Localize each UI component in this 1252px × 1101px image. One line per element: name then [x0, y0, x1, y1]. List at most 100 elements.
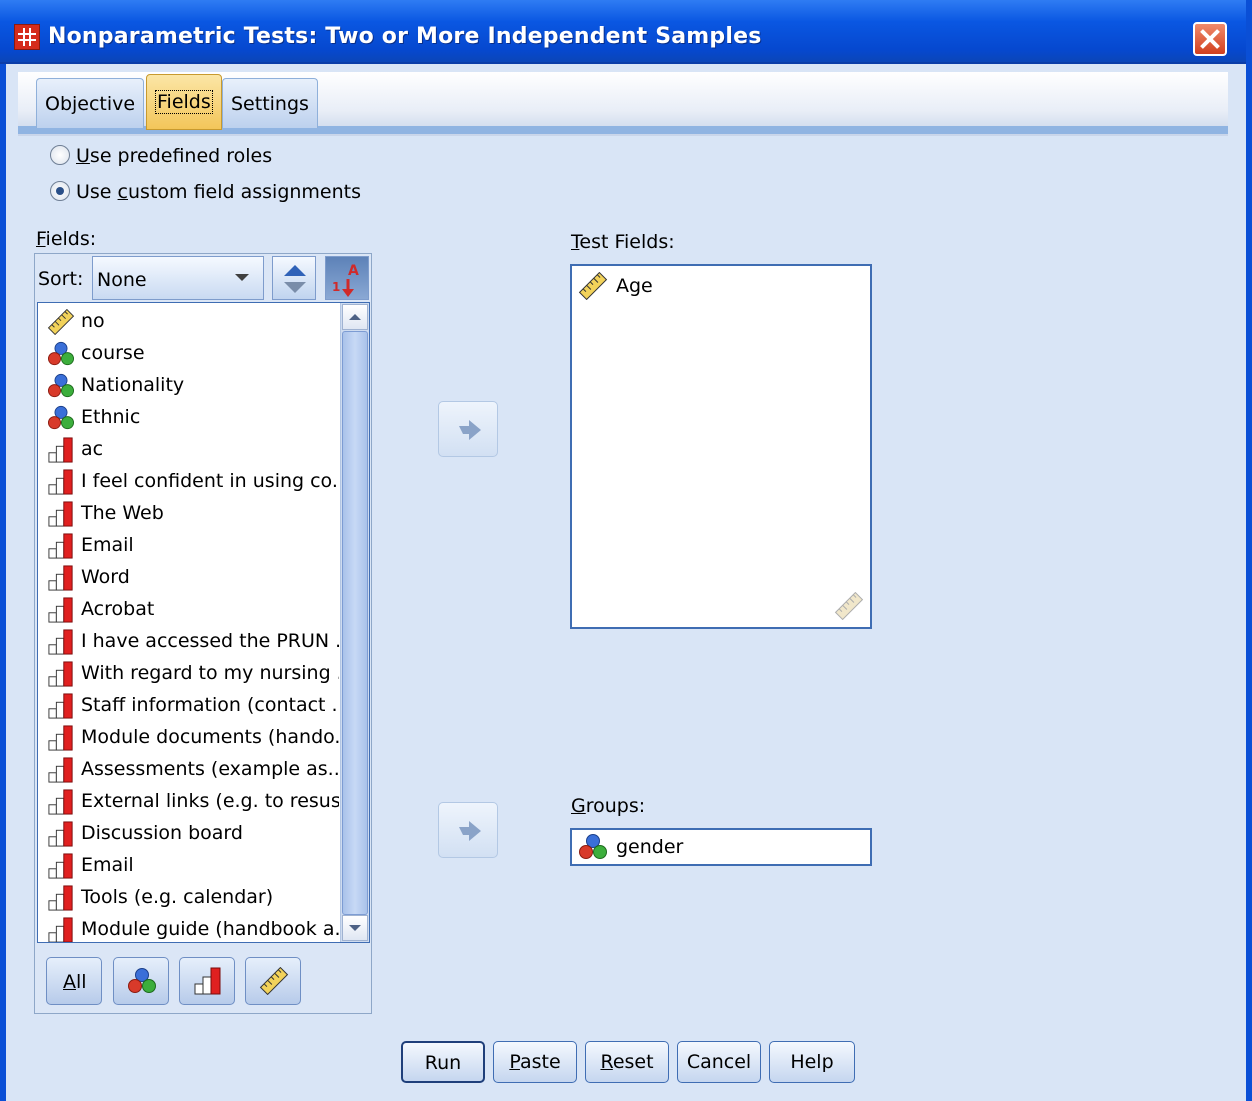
tab-objective[interactable]: Objective — [36, 78, 145, 128]
fields-label-mnemonic: F — [36, 228, 46, 250]
chevron-down-icon — [235, 274, 249, 281]
field-name: Ethnic — [81, 406, 141, 428]
field-name: Acrobat — [81, 598, 155, 620]
sort-label: Sort: — [38, 268, 84, 290]
filter-nominal-button[interactable] — [113, 957, 169, 1005]
paste-button[interactable]: Paste — [493, 1041, 577, 1083]
field-name: course — [81, 342, 145, 364]
radio-use-predefined-roles[interactable]: Use predefined roles — [50, 144, 273, 169]
move-to-groups-button[interactable] — [438, 802, 498, 858]
filter-all-text: ll — [76, 971, 87, 993]
nominal-icon — [48, 405, 74, 430]
field-name: I have accessed the PRUN ... — [81, 630, 339, 652]
field-name: Email — [81, 534, 134, 556]
radio-predefined-label: se predefined roles — [89, 145, 273, 167]
fields-listbox[interactable]: no course Nationality Ethnic ac I feel confid… — [37, 302, 370, 943]
groups-field[interactable]: gender — [570, 828, 872, 866]
svg-text:A: A — [348, 263, 359, 279]
ordinal-icon — [48, 437, 73, 463]
list-item[interactable]: Tools (e.g. calendar) — [43, 881, 339, 913]
nominal-icon — [48, 373, 74, 398]
scroll-thumb[interactable] — [342, 331, 368, 915]
scale-ruler-icon — [47, 309, 75, 335]
test-field-name: Age — [616, 275, 653, 297]
move-to-test-fields-button[interactable] — [438, 401, 498, 457]
field-name: Assessments (example as... — [81, 758, 339, 780]
vertical-scrollbar[interactable] — [340, 303, 369, 942]
list-item[interactable]: Assessments (example as... — [43, 753, 339, 785]
ordinal-icon — [48, 501, 73, 527]
radio-use-custom-field-assignments[interactable]: Use custom field assignments — [50, 180, 362, 205]
list-item[interactable]: Ethnic — [43, 401, 339, 433]
list-item[interactable]: External links (e.g. to resus... — [43, 785, 339, 817]
list-item[interactable]: Staff information (contact ... — [43, 689, 339, 721]
list-item[interactable]: Nationality — [43, 369, 339, 401]
list-item[interactable]: Word — [43, 561, 339, 593]
radio-button-selected[interactable] — [50, 180, 70, 201]
radio-custom-label: ustom field assignments — [128, 181, 362, 203]
field-name: External links (e.g. to resus... — [81, 790, 339, 812]
list-item[interactable]: Email — [43, 529, 339, 561]
ordinal-icon — [48, 917, 73, 942]
ordinal-icon — [48, 853, 73, 879]
scale-ruler-icon — [578, 272, 608, 300]
run-label: Run — [424, 1052, 462, 1074]
tab-settings[interactable]: Settings — [222, 78, 318, 128]
help-label: Help — [790, 1051, 834, 1073]
ordinal-icon — [48, 789, 73, 815]
ordinal-icon — [48, 885, 73, 911]
radio-predefined-mnemonic: U — [76, 145, 90, 167]
reset-label: eset — [612, 1051, 654, 1073]
list-item[interactable]: I feel confident in using co... — [43, 465, 339, 497]
run-button[interactable]: Run — [401, 1041, 485, 1083]
list-item[interactable]: no — [43, 305, 339, 337]
list-item[interactable]: Discussion board — [43, 817, 339, 849]
list-item[interactable]: course — [43, 337, 339, 369]
field-name: Module documents (hando... — [81, 726, 339, 748]
nominal-icon — [48, 341, 74, 366]
test-fields-listbox[interactable]: Age — [570, 264, 872, 629]
filter-scale-button[interactable] — [245, 957, 301, 1005]
arrow-right-icon — [459, 420, 481, 440]
scroll-up-arrow-icon[interactable] — [342, 304, 368, 330]
filter-ordinal-button[interactable] — [179, 957, 235, 1005]
list-item[interactable]: I have accessed the PRUN ... — [43, 625, 339, 657]
field-name: The Web — [81, 502, 164, 524]
list-item[interactable]: Age — [578, 270, 653, 302]
help-button[interactable]: Help — [769, 1041, 855, 1083]
tab-fields-label: Fields — [155, 90, 213, 114]
sort-ascending-button[interactable] — [272, 256, 316, 300]
sort-alphabetical-button[interactable]: A 1 — [325, 256, 369, 300]
list-item[interactable]: With regard to my nursing ... — [43, 657, 339, 689]
title-bar[interactable]: Nonparametric Tests: Two or More Indepen… — [0, 0, 1246, 64]
field-name: Nationality — [81, 374, 185, 396]
cancel-button[interactable]: Cancel — [677, 1041, 761, 1083]
paste-label: aste — [519, 1051, 561, 1073]
tab-fields[interactable]: Fields — [146, 74, 222, 130]
list-item[interactable]: ac — [43, 433, 339, 465]
field-name: ac — [81, 438, 104, 460]
close-button[interactable] — [1193, 22, 1227, 56]
sort-arrows-icon — [284, 265, 306, 293]
tab-objective-label: Objective — [45, 93, 136, 115]
list-item[interactable]: gender — [578, 831, 683, 863]
groups-value: gender — [616, 836, 684, 858]
list-item[interactable]: Acrobat — [43, 593, 339, 625]
ordinal-icon — [48, 757, 73, 783]
field-name: I feel confident in using co... — [81, 470, 339, 492]
fields-label-text: ields: — [45, 228, 97, 250]
ordinal-icon — [48, 469, 73, 495]
filter-all-button[interactable]: All — [46, 957, 102, 1005]
list-item[interactable]: Module guide (handbook a... — [43, 913, 339, 942]
list-item[interactable]: The Web — [43, 497, 339, 529]
list-item[interactable]: Email — [43, 849, 339, 881]
reset-mnemonic: R — [600, 1051, 613, 1073]
ordinal-icon — [48, 693, 73, 719]
reset-button[interactable]: Reset — [585, 1041, 669, 1083]
sort-alpha-icon: A 1 — [332, 263, 359, 297]
window-title: Nonparametric Tests: Two or More Indepen… — [48, 24, 762, 49]
list-item[interactable]: Module documents (hando... — [43, 721, 339, 753]
sort-dropdown[interactable]: None — [92, 256, 264, 300]
radio-button[interactable] — [50, 144, 70, 165]
scroll-down-arrow-icon[interactable] — [342, 915, 368, 941]
